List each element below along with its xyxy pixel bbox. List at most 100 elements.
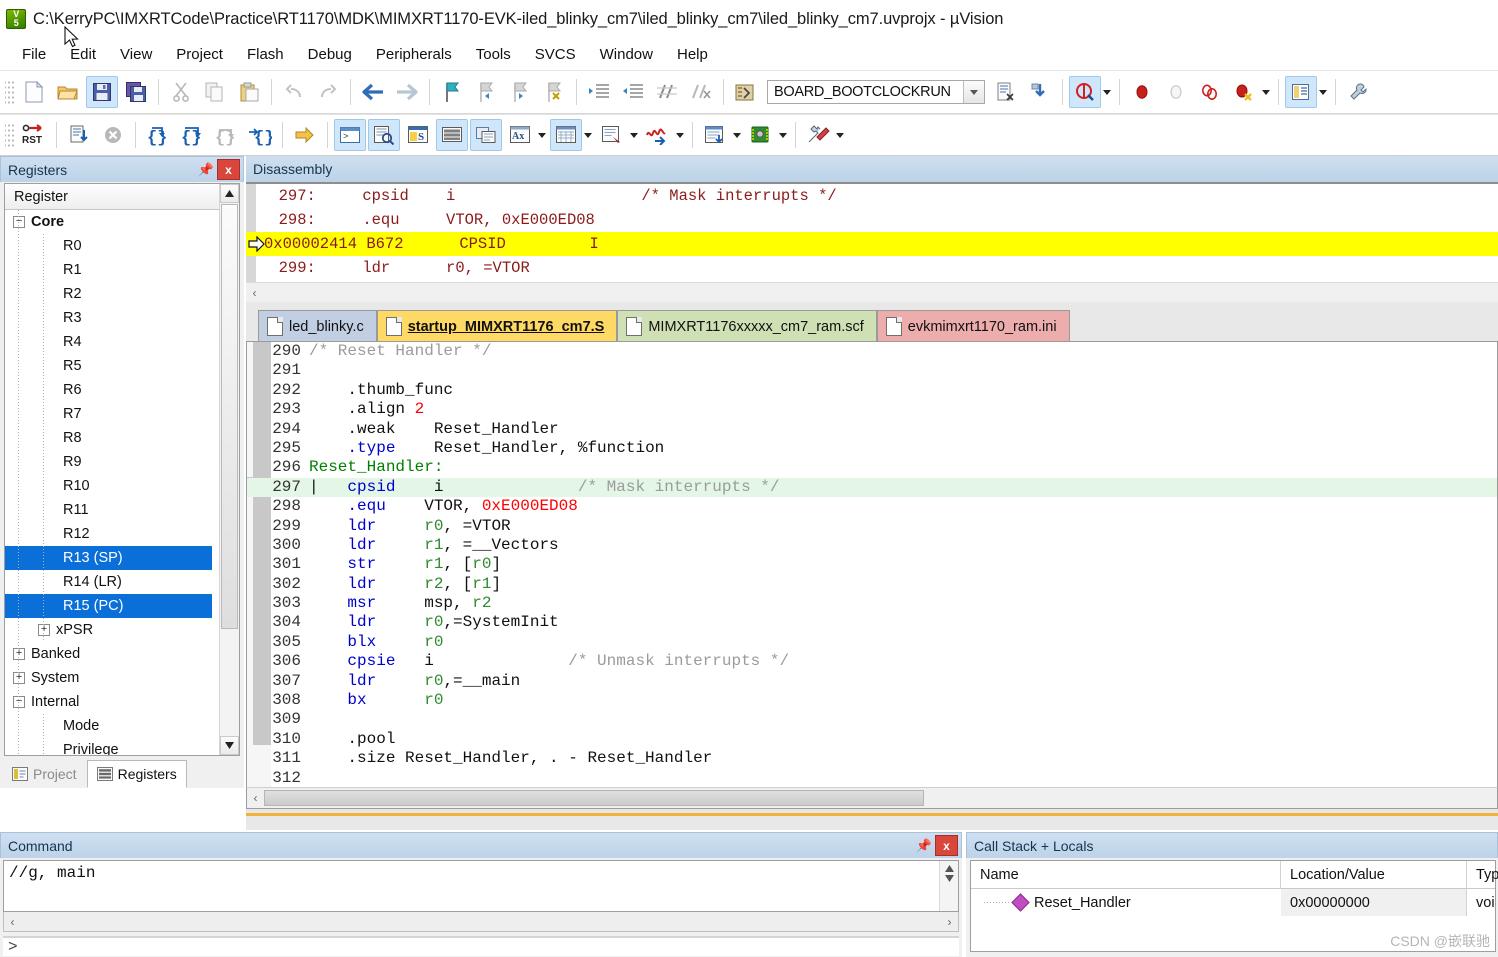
command-vertical-scrollbar[interactable] (939, 861, 958, 911)
code-line[interactable]: 307 ldr r0,=__main (247, 672, 1497, 691)
register-row-r9[interactable]: R9 (5, 450, 219, 474)
debug-session-icon[interactable] (1069, 76, 1101, 108)
code-line[interactable]: 298 .equ VTOR, 0xE000ED08 (247, 497, 1497, 516)
toolbox-icon[interactable] (802, 119, 834, 151)
disassembly-window-icon[interactable] (368, 119, 400, 151)
code-line[interactable]: 311 .size Reset_Handler, . - Reset_Handl… (247, 749, 1497, 768)
registers-vertical-scrollbar[interactable] (219, 184, 239, 755)
cut-icon[interactable] (165, 76, 197, 108)
expand-icon[interactable]: + (13, 648, 25, 660)
chevron-down-icon[interactable] (963, 81, 984, 103)
paste-icon[interactable] (233, 76, 265, 108)
register-row-r0[interactable]: R0 (5, 234, 219, 258)
register-row-r11[interactable]: R11 (5, 498, 219, 522)
register-row-r3[interactable]: R3 (5, 306, 219, 330)
expand-icon[interactable]: + (13, 672, 25, 684)
menu-svcs[interactable]: SVCS (523, 43, 588, 66)
toolbox-dropdown-caret-icon[interactable] (836, 133, 844, 138)
code-line[interactable]: 295 .type Reset_Handler, %function (247, 439, 1497, 458)
scroll-down-icon[interactable] (220, 736, 239, 755)
code-line[interactable]: 304 ldr r0,=SystemInit (247, 613, 1497, 632)
stop-icon[interactable] (97, 119, 129, 151)
call-stack-window-icon[interactable] (470, 119, 502, 151)
code-line[interactable]: 291 (247, 361, 1497, 380)
editor-document[interactable]: 290/* Reset Handler */291292 .thumb_func… (246, 341, 1498, 806)
register-row-r15-pc[interactable]: R15 (PC) (5, 594, 212, 618)
scroll-left-icon[interactable]: ‹ (247, 789, 264, 807)
code-line[interactable]: 305 blx r0 (247, 633, 1497, 652)
code-line[interactable]: 290/* Reset Handler */ (247, 342, 1497, 361)
watch-window-icon[interactable]: Ax (504, 119, 536, 151)
register-row-r2[interactable]: R2 (5, 282, 219, 306)
command-input[interactable]: > (3, 936, 959, 956)
new-file-icon[interactable] (18, 76, 50, 108)
scroll-down-icon[interactable] (945, 875, 954, 882)
system-viewer-icon[interactable] (745, 119, 777, 151)
uncomment-icon[interactable] (685, 76, 717, 108)
code-line[interactable]: 308 bx r0 (247, 691, 1497, 710)
menu-view[interactable]: View (108, 43, 164, 66)
scroll-left-icon[interactable]: ‹ (4, 913, 21, 931)
menu-flash[interactable]: Flash (235, 43, 296, 66)
analysis-dropdown-caret-icon[interactable] (676, 133, 684, 138)
trace-dropdown-caret-icon[interactable] (733, 133, 741, 138)
tab-project[interactable]: Project (2, 760, 87, 788)
register-row-banked[interactable]: +Banked (5, 642, 219, 666)
reset-cpu-icon[interactable]: RST (18, 119, 50, 151)
editor-horizontal-scrollbar[interactable]: ‹ (246, 787, 1498, 809)
register-row-r8[interactable]: R8 (5, 426, 219, 450)
trace-icon[interactable] (699, 119, 731, 151)
register-row-privilege[interactable]: Privilege (5, 738, 219, 755)
serial-window-icon[interactable] (596, 119, 628, 151)
editor-tab-evkmimxrt1170-ram-ini[interactable]: evkmimxrt1170_ram.ini (877, 310, 1070, 342)
close-icon[interactable]: x (217, 159, 240, 180)
call-stack-type-cell[interactable]: voi (1467, 889, 1495, 916)
code-line[interactable]: 306 cpsie i /* Unmask interrupts */ (247, 652, 1497, 671)
register-row-r14-lr[interactable]: R14 (LR) (5, 570, 219, 594)
target-select[interactable]: BOARD_BOOTCLOCKRUN (767, 80, 985, 104)
menu-edit[interactable]: Edit (58, 43, 108, 66)
analysis-window-icon[interactable] (642, 119, 674, 151)
code-line[interactable]: 301 str r1, [r0] (247, 555, 1497, 574)
code-line[interactable]: 299 ldr r0, =VTOR (247, 517, 1497, 536)
register-row-core[interactable]: −Core (5, 210, 219, 234)
navigate-back-icon[interactable] (357, 76, 389, 108)
code-line[interactable]: 303 msr msp, r2 (247, 594, 1497, 613)
column-header-type[interactable]: Typ (1467, 861, 1495, 888)
register-row-r1[interactable]: R1 (5, 258, 219, 282)
navigate-forward-icon[interactable] (391, 76, 423, 108)
register-row-r13-sp[interactable]: R13 (SP) (5, 546, 212, 570)
tab-registers[interactable]: Registers (87, 760, 187, 788)
code-line[interactable]: 309 (247, 710, 1497, 729)
column-header-location[interactable]: Location/Value (1281, 861, 1467, 888)
code-line[interactable]: 293 .align 2 (247, 400, 1497, 419)
pin-icon[interactable]: 📌 (197, 161, 215, 179)
bookmark-clear-icon[interactable] (538, 76, 570, 108)
debug-dropdown-caret-icon[interactable] (1103, 90, 1111, 95)
manage-components-icon[interactable] (1024, 76, 1056, 108)
disassembly-horizontal-scrollbar[interactable]: ‹ (246, 282, 1498, 302)
kill-all-breakpoints-icon[interactable] (1194, 76, 1226, 108)
code-line[interactable]: 296Reset_Handler: (247, 458, 1497, 477)
editor-tab-led-blinky-c[interactable]: led_blinky.c (258, 310, 377, 342)
disassembly-line[interactable]: 298: .equ VTOR, 0xE000ED08 (246, 208, 1498, 232)
scroll-up-icon[interactable] (945, 865, 954, 872)
insert-breakpoint-icon[interactable] (1126, 76, 1158, 108)
serial-dropdown-caret-icon[interactable] (630, 133, 638, 138)
menu-debug[interactable]: Debug (296, 43, 364, 66)
column-header-name[interactable]: Name (971, 861, 1281, 888)
run-to-cursor-icon[interactable]: {} (244, 119, 276, 151)
scroll-left-icon[interactable]: ‹ (246, 284, 263, 302)
registers-window-icon[interactable] (436, 119, 468, 151)
show-next-statement-icon[interactable] (289, 119, 321, 151)
symbols-window-icon[interactable]: S (402, 119, 434, 151)
code-line[interactable]: 300 ldr r1, =__Vectors (247, 536, 1497, 555)
build-target-icon[interactable] (730, 76, 762, 108)
debug-toolbar-grip[interactable] (5, 122, 14, 148)
register-row-r7[interactable]: R7 (5, 402, 219, 426)
bookmark-toggle-icon[interactable] (436, 76, 468, 108)
outdent-icon[interactable] (617, 76, 649, 108)
menu-tools[interactable]: Tools (464, 43, 523, 66)
save-all-icon[interactable] (120, 76, 152, 108)
scroll-up-icon[interactable] (220, 184, 239, 203)
